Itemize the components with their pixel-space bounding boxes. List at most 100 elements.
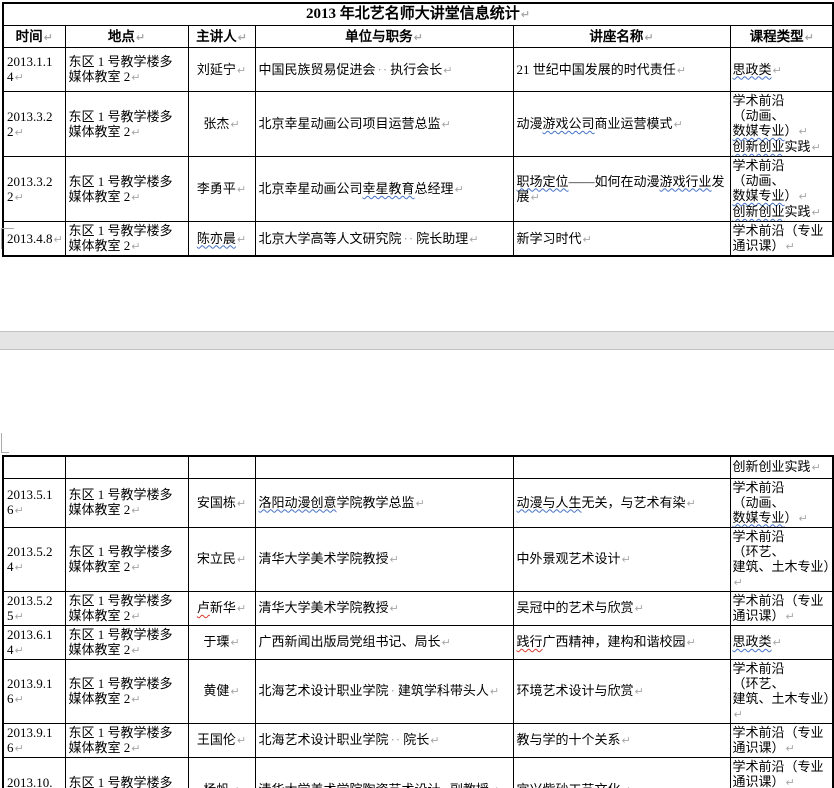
table-cell[interactable]: 王国伦↵ (188, 723, 255, 757)
paragraph-mark-icon: ↵ (43, 31, 53, 44)
table-cell[interactable]: 吴冠中的艺术与欣赏↵ (513, 591, 730, 625)
table-cell[interactable]: 动漫与人生无关，与艺术有染↵ (513, 478, 730, 527)
table-cell[interactable]: 张杰↵ (188, 92, 255, 157)
table-cell[interactable]: 2013.5.1 6↵ (3, 478, 65, 527)
table-cell[interactable]: 安国栋↵ (188, 478, 255, 527)
table-cell[interactable]: 洛阳动漫创意学院教学总监↵ (255, 478, 513, 527)
table-cell[interactable]: 学术前沿（动画、 数媒专业）↵ (730, 478, 833, 527)
paragraph-mark-icon: ↵ (634, 685, 644, 698)
table-cell[interactable]: 东区 1 号教学楼多 媒体教室 2↵ (65, 625, 188, 659)
cell-paragraph: 北京幸星动画公司项目运营总监↵ (259, 116, 510, 132)
table-cell[interactable]: 东区 1 号教学楼多 媒体教室 2↵ (65, 222, 188, 257)
table-cell[interactable]: 2013.10. 14↵ (3, 757, 65, 788)
table-row: 2013.4.8↵东区 1 号教学楼多 媒体教室 2↵陈亦晨↵北京大学高等人文研… (3, 222, 833, 257)
table-cell[interactable]: 宜兴紫砂工艺文化↵ (513, 757, 730, 788)
table-cell[interactable] (255, 456, 513, 478)
table-cell[interactable]: 教与学的十个关系↵ (513, 723, 730, 757)
table-cell[interactable]: 21 世纪中国发展的时代责任↵ (513, 48, 730, 92)
table-cell[interactable]: 学术前沿（动画、 数媒专业）↵创新创业实践↵ (730, 157, 833, 222)
table-cell[interactable]: 学术前沿（专业 通识课）↵ (730, 723, 833, 757)
table-cell[interactable]: 东区 1 号教学楼多 媒体教室 2↵ (65, 591, 188, 625)
table-cell[interactable]: 宋立民↵ (188, 527, 255, 591)
table-cell[interactable]: 学术前沿（环艺、 建筑、土木专业）↵ (730, 659, 833, 723)
column-header-3[interactable]: 单位与职务↵ (255, 26, 513, 48)
table-cell[interactable]: 动漫游戏公司商业运营模式↵ (513, 92, 730, 157)
table-cell[interactable]: 东区 1 号教学楼多 媒体教室 2↵ (65, 478, 188, 527)
table-cell[interactable]: 2013.1.1 4↵ (3, 48, 65, 92)
table-cell[interactable]: 北京幸星动画公司幸星教育总经理↵ (255, 157, 513, 222)
table-cell[interactable]: 广西新闻出版局党组书记、局长↵ (255, 625, 513, 659)
space-mark-icon: · (389, 683, 398, 698)
table-cell[interactable]: 践行广西精神，建构和谐校园↵ (513, 625, 730, 659)
table-cell[interactable]: 学术前沿（专业 通识课）↵学术前沿（产品 专业）↵ (730, 757, 833, 788)
paragraph-mark-icon: ↵ (14, 693, 24, 706)
paragraph-mark-icon: ↵ (14, 504, 24, 517)
column-header-1[interactable]: 地点↵ (65, 26, 188, 48)
table-cell[interactable]: 卢新华↵ (188, 591, 255, 625)
paragraph-mark-icon: ↵ (14, 191, 24, 204)
table-cell[interactable]: 北京幸星动画公司项目运营总监↵ (255, 92, 513, 157)
paragraph-mark-icon: ↵ (798, 190, 808, 203)
table-cell[interactable]: 北京大学高等人文研究院··院长助理↵ (255, 222, 513, 257)
table-cell[interactable]: 学术前沿（环艺、 建筑、土木专业）↵ (730, 527, 833, 591)
text-run: 院长 (403, 732, 429, 747)
text-run: 建筑学科带头人 (398, 683, 489, 698)
table-cell[interactable]: 思政类↵ (730, 48, 833, 92)
table-cell[interactable]: 2013.9.1 6↵ (3, 723, 65, 757)
table-cell[interactable] (513, 456, 730, 478)
table-cell[interactable]: 东区 1 号教学楼多 媒体教室 2↵ (65, 757, 188, 788)
table-cell[interactable]: 学术前沿（动画、 数媒专业）↵创新创业实践↵ (730, 92, 833, 157)
table-cell[interactable]: 学术前沿（专业 通识课）↵ (730, 591, 833, 625)
table-cell[interactable]: 北海艺术设计职业学院··院长↵ (255, 723, 513, 757)
table-cell[interactable] (188, 456, 255, 478)
text-run: 吴冠中的艺术与欣赏 (517, 600, 634, 615)
margin-crop-mark-icon (1, 228, 14, 249)
table-cell[interactable] (3, 456, 65, 478)
paragraph-mark-icon: ↵ (441, 118, 451, 131)
table-cell[interactable]: 清华大学美术学院教授↵ (255, 591, 513, 625)
table-cell[interactable]: 北海艺术设计职业学院·建筑学科带头人↵ (255, 659, 513, 723)
column-header-text: 地点 (108, 29, 135, 44)
table-cell[interactable]: 2013.3.2 2↵ (3, 92, 65, 157)
table-cell[interactable]: 创新创业实践↵ (730, 456, 833, 478)
table-cell[interactable]: 职场定位——如何在动漫游戏行业发 展↵ (513, 157, 730, 222)
table-cell[interactable]: 刘延宁↵ (188, 48, 255, 92)
table-cell[interactable]: 杨帆↵ (188, 757, 255, 788)
table-cell[interactable]: 李勇平↵ (188, 157, 255, 222)
paragraph-mark-icon: ↵ (811, 206, 821, 219)
table-cell[interactable]: 东区 1 号教学楼多 媒体教室 2↵ (65, 48, 188, 92)
paragraph-mark-icon: ↵ (130, 71, 140, 84)
table-cell[interactable]: 东区 1 号教学楼多 媒体教室 2↵ (65, 723, 188, 757)
table-cell[interactable]: 2013.9.1 6↵ (3, 659, 65, 723)
paragraph-mark-icon: ↵ (389, 602, 399, 615)
table-cell[interactable]: 中国民族贸易促进会··执行会长↵ (255, 48, 513, 92)
column-header-0[interactable]: 时间↵ (3, 26, 65, 48)
text-run: 学术前沿（专业 通识课） (733, 725, 824, 755)
table-cell[interactable]: 东区 1 号教学楼多 媒体教室 2↵ (65, 527, 188, 591)
table-cell[interactable]: 2013.5.2 4↵ (3, 527, 65, 591)
table-cell[interactable]: 学术前沿（专业 通识课）↵ (730, 222, 833, 257)
table-cell[interactable]: 东区 1 号教学楼多 媒体教室 2↵ (65, 157, 188, 222)
table-cell[interactable]: 清华大学美术学院教授↵ (255, 527, 513, 591)
table-cell[interactable]: 清华大学美术学院陶瓷艺术设计·副教授↵ (255, 757, 513, 788)
table-cell[interactable]: 黄健↵ (188, 659, 255, 723)
table-cell[interactable]: 2013.5.2 5↵ (3, 591, 65, 625)
column-header-2[interactable]: 主讲人↵ (188, 26, 255, 48)
column-header-4[interactable]: 讲座名称↵ (513, 26, 730, 48)
column-header-5[interactable]: 课程类型↵ (730, 26, 833, 48)
table-cell[interactable]: 陈亦晨↵ (188, 222, 255, 257)
table-cell[interactable]: 东区 1 号教学楼多 媒体教室 2↵ (65, 92, 188, 157)
table-cell[interactable] (65, 456, 188, 478)
table-cell[interactable]: 2013.3.2 2↵ (3, 157, 65, 222)
table-cell[interactable]: 2013.6.1 4↵ (3, 625, 65, 659)
cell-paragraph: 杨帆↵ (192, 782, 252, 788)
table-cell[interactable]: 中外景观艺术设计↵ (513, 527, 730, 591)
text-run: 黄健 (203, 683, 229, 698)
table-cell[interactable]: 环境艺术设计与欣赏↵ (513, 659, 730, 723)
table-cell[interactable]: 于瑮↵ (188, 625, 255, 659)
table-cell[interactable]: 东区 1 号教学楼多 媒体教室 2↵ (65, 659, 188, 723)
text-run: 思政类 (733, 62, 772, 77)
table-title[interactable]: 2013 年北艺名师大讲堂信息统计↵ (3, 3, 833, 26)
table-cell[interactable]: 思政类↵ (730, 625, 833, 659)
table-cell[interactable]: 新学习时代↵ (513, 222, 730, 257)
